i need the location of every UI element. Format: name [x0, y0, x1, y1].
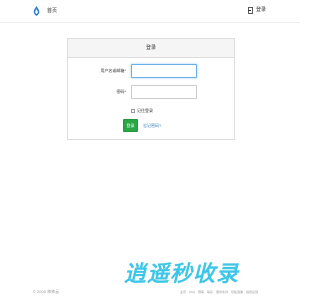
password-input[interactable] [131, 85, 197, 99]
forgot-password-link[interactable]: 忘记密码? [143, 123, 161, 129]
brand-home-link[interactable]: 首页 [33, 6, 57, 16]
brand-logo-icon [33, 6, 40, 16]
home-nav-label: 首页 [47, 8, 58, 14]
login-door-icon [247, 7, 253, 14]
header-login-label: 登录 [255, 7, 266, 13]
login-actions: 登录 忘记密码? [123, 119, 161, 132]
login-panel: 登录 用户名或邮箱* 密码* 记住登录 登录 忘记密码? [67, 38, 235, 140]
login-panel-title: 登录 [68, 39, 234, 58]
footer-link-home[interactable]: 主页 [180, 290, 186, 294]
username-row: 用户名或邮箱* [68, 64, 234, 78]
login-submit-button[interactable]: 登录 [123, 119, 138, 132]
footer-link-blog[interactable]: 博客 [198, 290, 204, 294]
footer-link-terms[interactable]: 服务条款 [216, 290, 228, 294]
copyright-text: © 2005 帅帅云 [33, 289, 60, 294]
page-footer: © 2005 帅帅云 主页 FAQ 博客 联系 服务条款 隐私政策 提供反馈 [0, 287, 300, 300]
password-label: 密码* [116, 89, 126, 94]
footer-link-contact[interactable]: 联系 [207, 290, 213, 294]
footer-link-feedback[interactable]: 提供反馈 [246, 290, 258, 294]
username-label: 用户名或邮箱* [100, 68, 126, 73]
footer-link-faq[interactable]: FAQ [189, 290, 195, 294]
header-login-link[interactable]: 登录 [247, 7, 266, 14]
login-page: 首页 登录 登录 用户名或邮箱* 密码* 记住登录 登录 忘记密码? 逍遥秒收录… [0, 0, 300, 300]
username-input[interactable] [131, 64, 197, 78]
password-row: 密码* [68, 85, 234, 99]
remember-me-checkbox[interactable] [131, 109, 135, 113]
footer-link-privacy[interactable]: 隐私政策 [231, 290, 243, 294]
remember-me-label: 记住登录 [137, 108, 153, 113]
footer-links: 主页 FAQ 博客 联系 服务条款 隐私政策 提供反馈 [180, 290, 258, 294]
top-navbar: 首页 登录 [0, 0, 300, 23]
remember-me-row[interactable]: 记住登录 [131, 108, 153, 114]
watermark-text: 逍遥秒收录 [124, 262, 240, 287]
